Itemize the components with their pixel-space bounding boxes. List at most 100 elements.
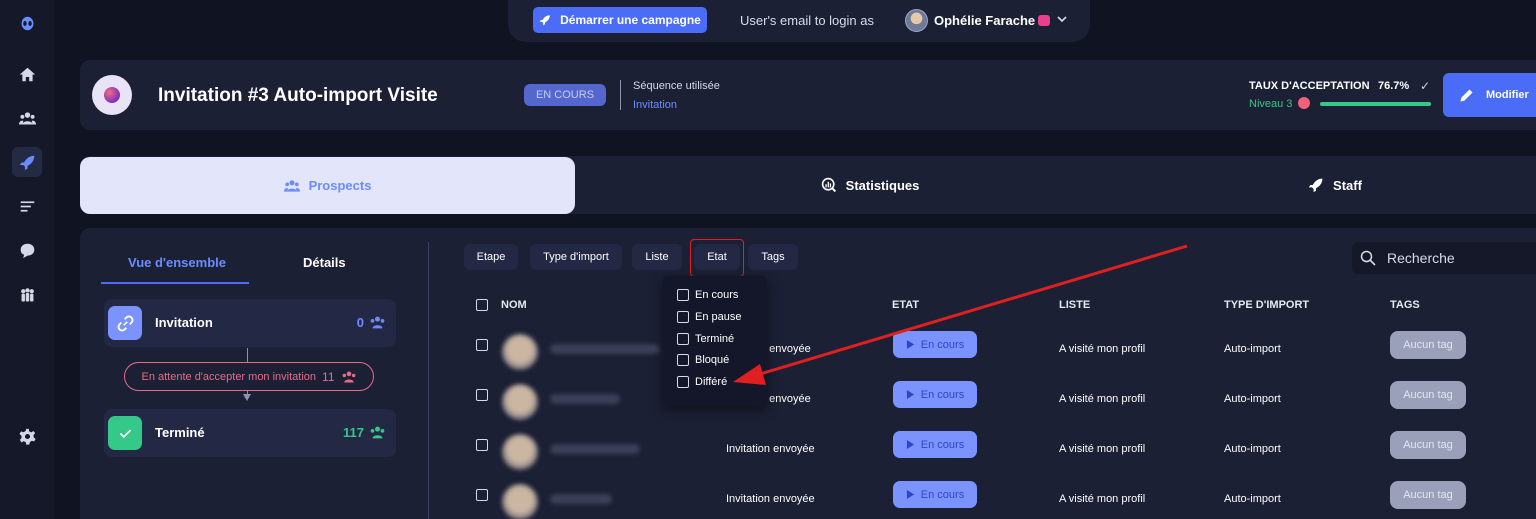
users-icon <box>283 179 300 192</box>
row-liste: A visité mon profil <box>1059 493 1146 505</box>
option-label: En pause <box>695 311 742 323</box>
stage-invitation[interactable]: Invitation 0 <box>104 299 396 347</box>
state-pill[interactable]: En cours <box>893 481 977 508</box>
option-label: Bloqué <box>695 354 730 366</box>
select-all-checkbox[interactable] <box>476 299 488 311</box>
dropdown-option-termine[interactable]: Terminé <box>677 332 734 346</box>
tab-statistiques-label: Statistiques <box>845 177 920 193</box>
filter-tags[interactable]: Tags <box>748 244 798 270</box>
avatar <box>502 434 538 470</box>
tab-details[interactable]: Détails <box>303 255 346 270</box>
chat-icon[interactable] <box>12 235 42 265</box>
chevron-down-icon[interactable] <box>1056 13 1068 25</box>
tab-staff[interactable]: Staff <box>1260 156 1410 214</box>
dropdown-option-en-cours[interactable]: En cours <box>677 288 738 302</box>
tab-prospects[interactable]: Prospects <box>80 157 575 214</box>
home-icon[interactable] <box>12 59 42 89</box>
search-input[interactable]: Recherche <box>1352 242 1536 274</box>
stats-search-icon <box>821 177 836 193</box>
play-icon <box>906 490 914 499</box>
option-label: Terminé <box>695 333 735 345</box>
dropdown-option-en-pause[interactable]: En pause <box>677 310 741 324</box>
list-filter-icon[interactable] <box>12 191 42 221</box>
row-import-type: Auto-import <box>1224 393 1281 405</box>
stage-count: 0 <box>357 315 386 330</box>
option-checkbox[interactable] <box>677 311 689 323</box>
row-import-type: Auto-import <box>1224 443 1281 455</box>
search-placeholder: Recherche <box>1387 250 1455 266</box>
prospect-name-blurred <box>550 444 640 454</box>
user-name[interactable]: Ophélie Farache <box>934 13 1035 28</box>
state-label: En cours <box>920 338 965 351</box>
column-header-etat[interactable]: ETAT <box>892 299 919 311</box>
tag-pill[interactable]: Aucun tag <box>1390 381 1466 409</box>
option-label: Différé <box>695 376 728 388</box>
tab-prospects-label: Prospects <box>308 178 372 193</box>
option-checkbox[interactable] <box>677 289 689 301</box>
option-checkbox[interactable] <box>677 333 689 345</box>
row-checkbox[interactable] <box>476 439 488 451</box>
table-row[interactable]: n envoyée En cours A visité mon profil A… <box>468 331 1536 381</box>
state-label: En cours <box>920 438 965 451</box>
column-header-liste[interactable]: LISTE <box>1059 299 1090 311</box>
sequence-link[interactable]: Invitation <box>633 99 677 111</box>
search-icon <box>1360 250 1376 266</box>
row-etape: n envoyée <box>760 343 811 355</box>
tab-staff-label: Staff <box>1333 177 1362 193</box>
row-import-type: Auto-import <box>1224 343 1281 355</box>
state-pill[interactable]: En cours <box>893 381 977 408</box>
users-icon <box>370 316 385 329</box>
users-icon[interactable] <box>12 103 42 133</box>
modify-button[interactable]: Modifier <box>1443 73 1536 117</box>
table-row[interactable]: Invitation envoyée En cours A visité mon… <box>468 431 1536 481</box>
waiting-label: En attente d'accepter mon invitation <box>141 370 317 383</box>
tab-overview[interactable]: Vue d'ensemble <box>128 255 226 270</box>
avatar[interactable] <box>905 9 928 32</box>
row-liste: A visité mon profil <box>1059 443 1146 455</box>
settings-icon[interactable] <box>12 421 42 451</box>
rocket-icon <box>539 15 550 26</box>
column-header-nom[interactable]: NOM <box>501 299 527 311</box>
row-checkbox[interactable] <box>476 339 488 351</box>
alien-logo-icon[interactable] <box>12 8 42 38</box>
pencil-icon <box>1460 89 1473 101</box>
rocket-icon[interactable] <box>12 147 42 177</box>
state-pill[interactable]: En cours <box>893 331 977 358</box>
dropdown-option-bloque[interactable]: Bloqué <box>677 353 729 367</box>
dropdown-option-differe[interactable]: Différé <box>677 375 727 389</box>
stage-count-value: 117 <box>343 425 364 440</box>
users-icon <box>342 371 355 382</box>
avatar <box>502 484 538 519</box>
table-row[interactable]: Invitation envoyée En cours A visité mon… <box>468 481 1536 519</box>
option-checkbox[interactable] <box>677 376 689 388</box>
stage-name: Invitation <box>155 315 213 330</box>
start-campaign-button[interactable]: Démarrer une campagne <box>533 7 707 33</box>
filter-liste[interactable]: Liste <box>632 244 682 270</box>
row-checkbox[interactable] <box>476 489 488 501</box>
table-row[interactable]: n envoyée En cours A visité mon profil A… <box>468 381 1536 431</box>
option-label: En cours <box>695 289 739 301</box>
state-pill[interactable]: En cours <box>893 431 977 458</box>
row-checkbox[interactable] <box>476 389 488 401</box>
filter-import-type[interactable]: Type d'import <box>530 244 622 270</box>
column-header-tags[interactable]: TAGS <box>1390 299 1420 311</box>
tag-pill[interactable]: Aucun tag <box>1390 431 1466 459</box>
play-icon <box>906 340 914 349</box>
option-checkbox[interactable] <box>677 354 689 366</box>
tag-pill[interactable]: Aucun tag <box>1390 481 1466 509</box>
level-label: Niveau 3 <box>1249 98 1293 110</box>
acceptance-rate-label: TAUX D'ACCEPTATION <box>1249 80 1370 92</box>
tag-pill[interactable]: Aucun tag <box>1390 331 1466 359</box>
flow-connector <box>247 348 248 362</box>
stage-done[interactable]: Terminé 117 <box>104 409 396 457</box>
avatar <box>502 384 538 420</box>
tab-statistiques[interactable]: Statistiques <box>760 156 980 214</box>
row-etape: n envoyée <box>760 393 811 405</box>
annotation-highlight-box <box>690 239 744 277</box>
prospect-name-blurred <box>550 494 612 504</box>
filter-etape[interactable]: Etape <box>464 244 518 270</box>
waiting-acceptance-pill[interactable]: En attente d'accepter mon invitation 11 <box>124 362 374 391</box>
sidebar <box>0 0 54 519</box>
column-header-import-type[interactable]: TYPE D'IMPORT <box>1224 299 1309 311</box>
team-icon[interactable] <box>12 280 42 310</box>
